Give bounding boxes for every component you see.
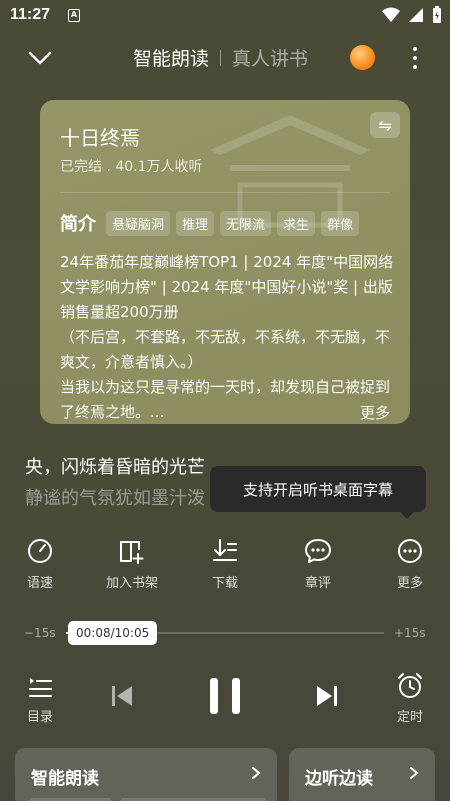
tag[interactable]: 推理 [176, 210, 215, 236]
card-title: 智能朗读 [31, 769, 99, 789]
smart-reading-card[interactable]: 智能朗读 [15, 748, 277, 801]
tag[interactable]: 悬疑脑洞 [106, 210, 171, 236]
top-nav: 智能朗读 真人讲书 [0, 40, 450, 76]
status-icons [382, 6, 442, 24]
chevron-right-icon [410, 767, 419, 779]
playlist-button[interactable]: 目录 [20, 672, 60, 725]
action-label: 加入书架 [105, 576, 158, 591]
skip-forward-label[interactable]: +15s [394, 626, 426, 640]
more-button[interactable]: 更多 [370, 536, 450, 591]
more-icon [398, 539, 422, 563]
lyric-next-line: 静谧的气氛犹如墨汁泼 [25, 488, 205, 509]
card-title: 边听边读 [305, 769, 373, 789]
download-icon [213, 539, 237, 561]
status-time: 11:27 [10, 6, 51, 23]
progress-row: −15s 00:08/10:05 +15s [0, 620, 450, 646]
synopsis-paragraph: 24年番茄年度巅峰榜TOP1 | 2024 年度"中国网络文学影响力榜" | 2… [60, 253, 394, 321]
action-label: 语速 [26, 576, 53, 591]
tab-smart-reading[interactable]: 智能朗读 [133, 44, 209, 71]
book-meta: 已完结 . 40.1万人收听 [60, 159, 203, 175]
chevron-right-icon [252, 767, 261, 779]
tab-human-narration[interactable]: 真人讲书 [232, 44, 308, 71]
action-label: 更多 [396, 576, 423, 591]
signal-icon [409, 8, 423, 22]
intro-row: 简介 悬疑脑洞 推理 无限流 求生 群像 [60, 210, 360, 236]
tag[interactable]: 群像 [321, 210, 360, 236]
tab-divider [220, 49, 222, 66]
tag[interactable]: 求生 [277, 210, 316, 236]
alarm-clock-icon [398, 673, 422, 698]
swap-icon[interactable]: ⇋ [370, 112, 400, 138]
listen-and-read-card[interactable]: 边听边读 [289, 748, 435, 801]
battery-icon [433, 6, 441, 23]
timer-label: 定时 [396, 710, 423, 725]
speed-button[interactable]: 语速 [0, 536, 80, 591]
kebab-menu-icon[interactable] [405, 44, 425, 72]
synopsis-paragraph: 当我以为这只是寻常的一天时，却发现自己被捉到了终焉之地。... [60, 378, 391, 421]
status-bar: 11:27 A [0, 0, 450, 32]
timer-button[interactable]: 定时 [390, 672, 430, 725]
bookshelf-add-icon [120, 541, 144, 564]
orb-icon[interactable] [350, 45, 375, 70]
next-chapter-icon[interactable] [313, 682, 341, 710]
wifi-icon [382, 7, 400, 22]
book-info-card[interactable]: ⇋ 十日终焉 已完结 . 40.1万人收听 简介 悬疑脑洞 推理 无限流 求生 … [40, 100, 410, 424]
playlist-icon [29, 678, 52, 697]
card-divider [60, 192, 390, 193]
action-label: 章评 [304, 576, 331, 591]
subtitle-tooltip: 支持开启听书桌面字幕 [210, 466, 426, 519]
lyric-current-line: 央，闪烁着昏暗的光芒 [25, 457, 205, 478]
previous-chapter-icon[interactable] [108, 682, 136, 710]
skip-back-label[interactable]: −15s [24, 626, 56, 640]
playback-controls: 目录 定时 [0, 668, 450, 732]
comment-icon [305, 539, 331, 563]
pause-icon[interactable] [206, 676, 244, 716]
status-a-badge-icon: A [68, 9, 80, 22]
book-title: 十日终焉 [60, 126, 140, 150]
tag[interactable]: 无限流 [220, 210, 272, 236]
book-synopsis: 24年番茄年度巅峰榜TOP1 | 2024 年度"中国网络文学影响力榜" | 2… [60, 250, 394, 424]
chevron-down-icon[interactable] [26, 46, 54, 70]
download-button[interactable]: 下载 [185, 536, 265, 591]
intro-label: 简介 [60, 214, 96, 235]
mode-tabs: 智能朗读 真人讲书 [133, 44, 308, 71]
chapter-comment-button[interactable]: 章评 [278, 536, 358, 591]
synopsis-more-link[interactable]: 更多 [360, 402, 390, 423]
speed-icon [28, 539, 52, 563]
progress-time[interactable]: 00:08/10:05 [68, 621, 158, 645]
action-row: 语速 加入书架 下载 章评 更多 [0, 536, 450, 596]
synopsis-paragraph: （不后宫，不套路，不无敌，不系统，不无脑，不爽文，介意者慎入。） [60, 328, 391, 371]
action-label: 下载 [211, 576, 238, 591]
add-to-bookshelf-button[interactable]: 加入书架 [92, 536, 172, 591]
playlist-label: 目录 [26, 710, 53, 725]
